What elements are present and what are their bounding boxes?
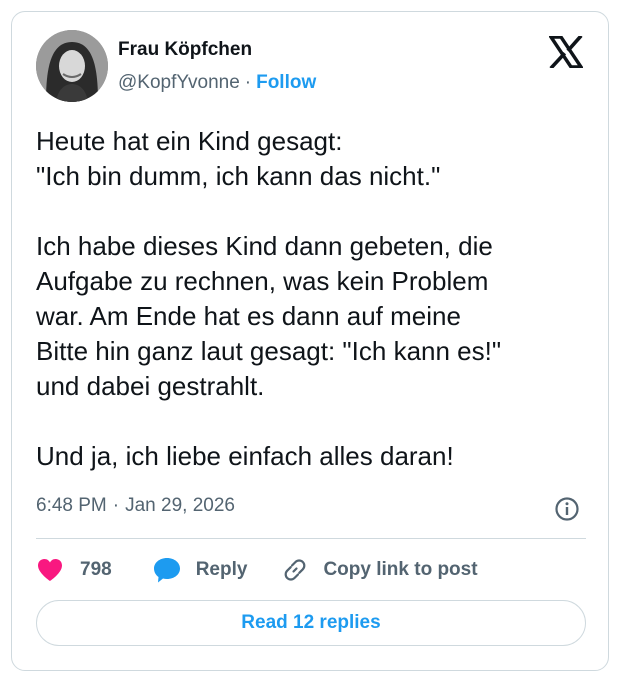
tweet-line: Ich habe dieses Kind dann gebeten, die — [36, 231, 493, 261]
heart-icon — [38, 559, 62, 581]
like-button[interactable]: 798 — [36, 557, 112, 583]
author-name[interactable]: Frau Köpfchen — [118, 39, 252, 61]
timestamp[interactable]: 6:48 PM · Jan 29, 2026 — [36, 495, 235, 517]
tweet-line: Heute hat ein Kind gesagt: — [36, 126, 343, 156]
author-handle[interactable]: @KopfYvonne — [118, 72, 240, 93]
follow-button[interactable]: Follow — [256, 72, 316, 93]
reply-label: Reply — [195, 559, 248, 580]
tweet-line: Und ja, ich liebe einfach alles daran! — [36, 441, 454, 471]
tweet-line: "Ich bin dumm, ich kann das nicht." — [36, 161, 441, 191]
tweet-line: Aufgabe zu rechnen, was kein Problem — [36, 266, 489, 296]
action-bar: 798 Reply Copy link to post — [36, 552, 478, 588]
tweet-line: und dabei gestrahlt. — [36, 371, 265, 401]
like-count: 798 — [80, 559, 112, 580]
separator-dot: · — [112, 495, 120, 516]
tweet-card: Frau Köpfchen @KopfYvonne · Follow Heute h… — [11, 11, 609, 671]
speech-bubble-icon — [153, 558, 180, 583]
separator-dot: · — [244, 72, 252, 93]
read-replies-button[interactable]: Read 12 replies — [36, 600, 586, 646]
post-date: Jan 29, 2026 — [125, 495, 235, 516]
info-icon[interactable] — [554, 496, 580, 522]
author-handle-row: @KopfYvonne · Follow — [118, 72, 316, 94]
tweet-line: Bitte hin ganz laut gesagt: "Ich kann es… — [36, 336, 502, 366]
copy-link-button[interactable]: Copy link to post — [281, 556, 478, 584]
tweet-text: Heute hat ein Kind gesagt: "Ich bin dumm… — [36, 124, 596, 474]
link-icon — [285, 559, 306, 581]
reply-button[interactable]: Reply — [152, 556, 248, 584]
divider — [36, 538, 586, 539]
tweet-line: war. Am Ende hat es dann auf meine — [36, 301, 461, 331]
x-logo-icon[interactable] — [547, 34, 585, 70]
copy-link-label: Copy link to post — [323, 559, 478, 580]
post-time: 6:48 PM — [36, 495, 107, 516]
avatar[interactable] — [36, 30, 108, 102]
